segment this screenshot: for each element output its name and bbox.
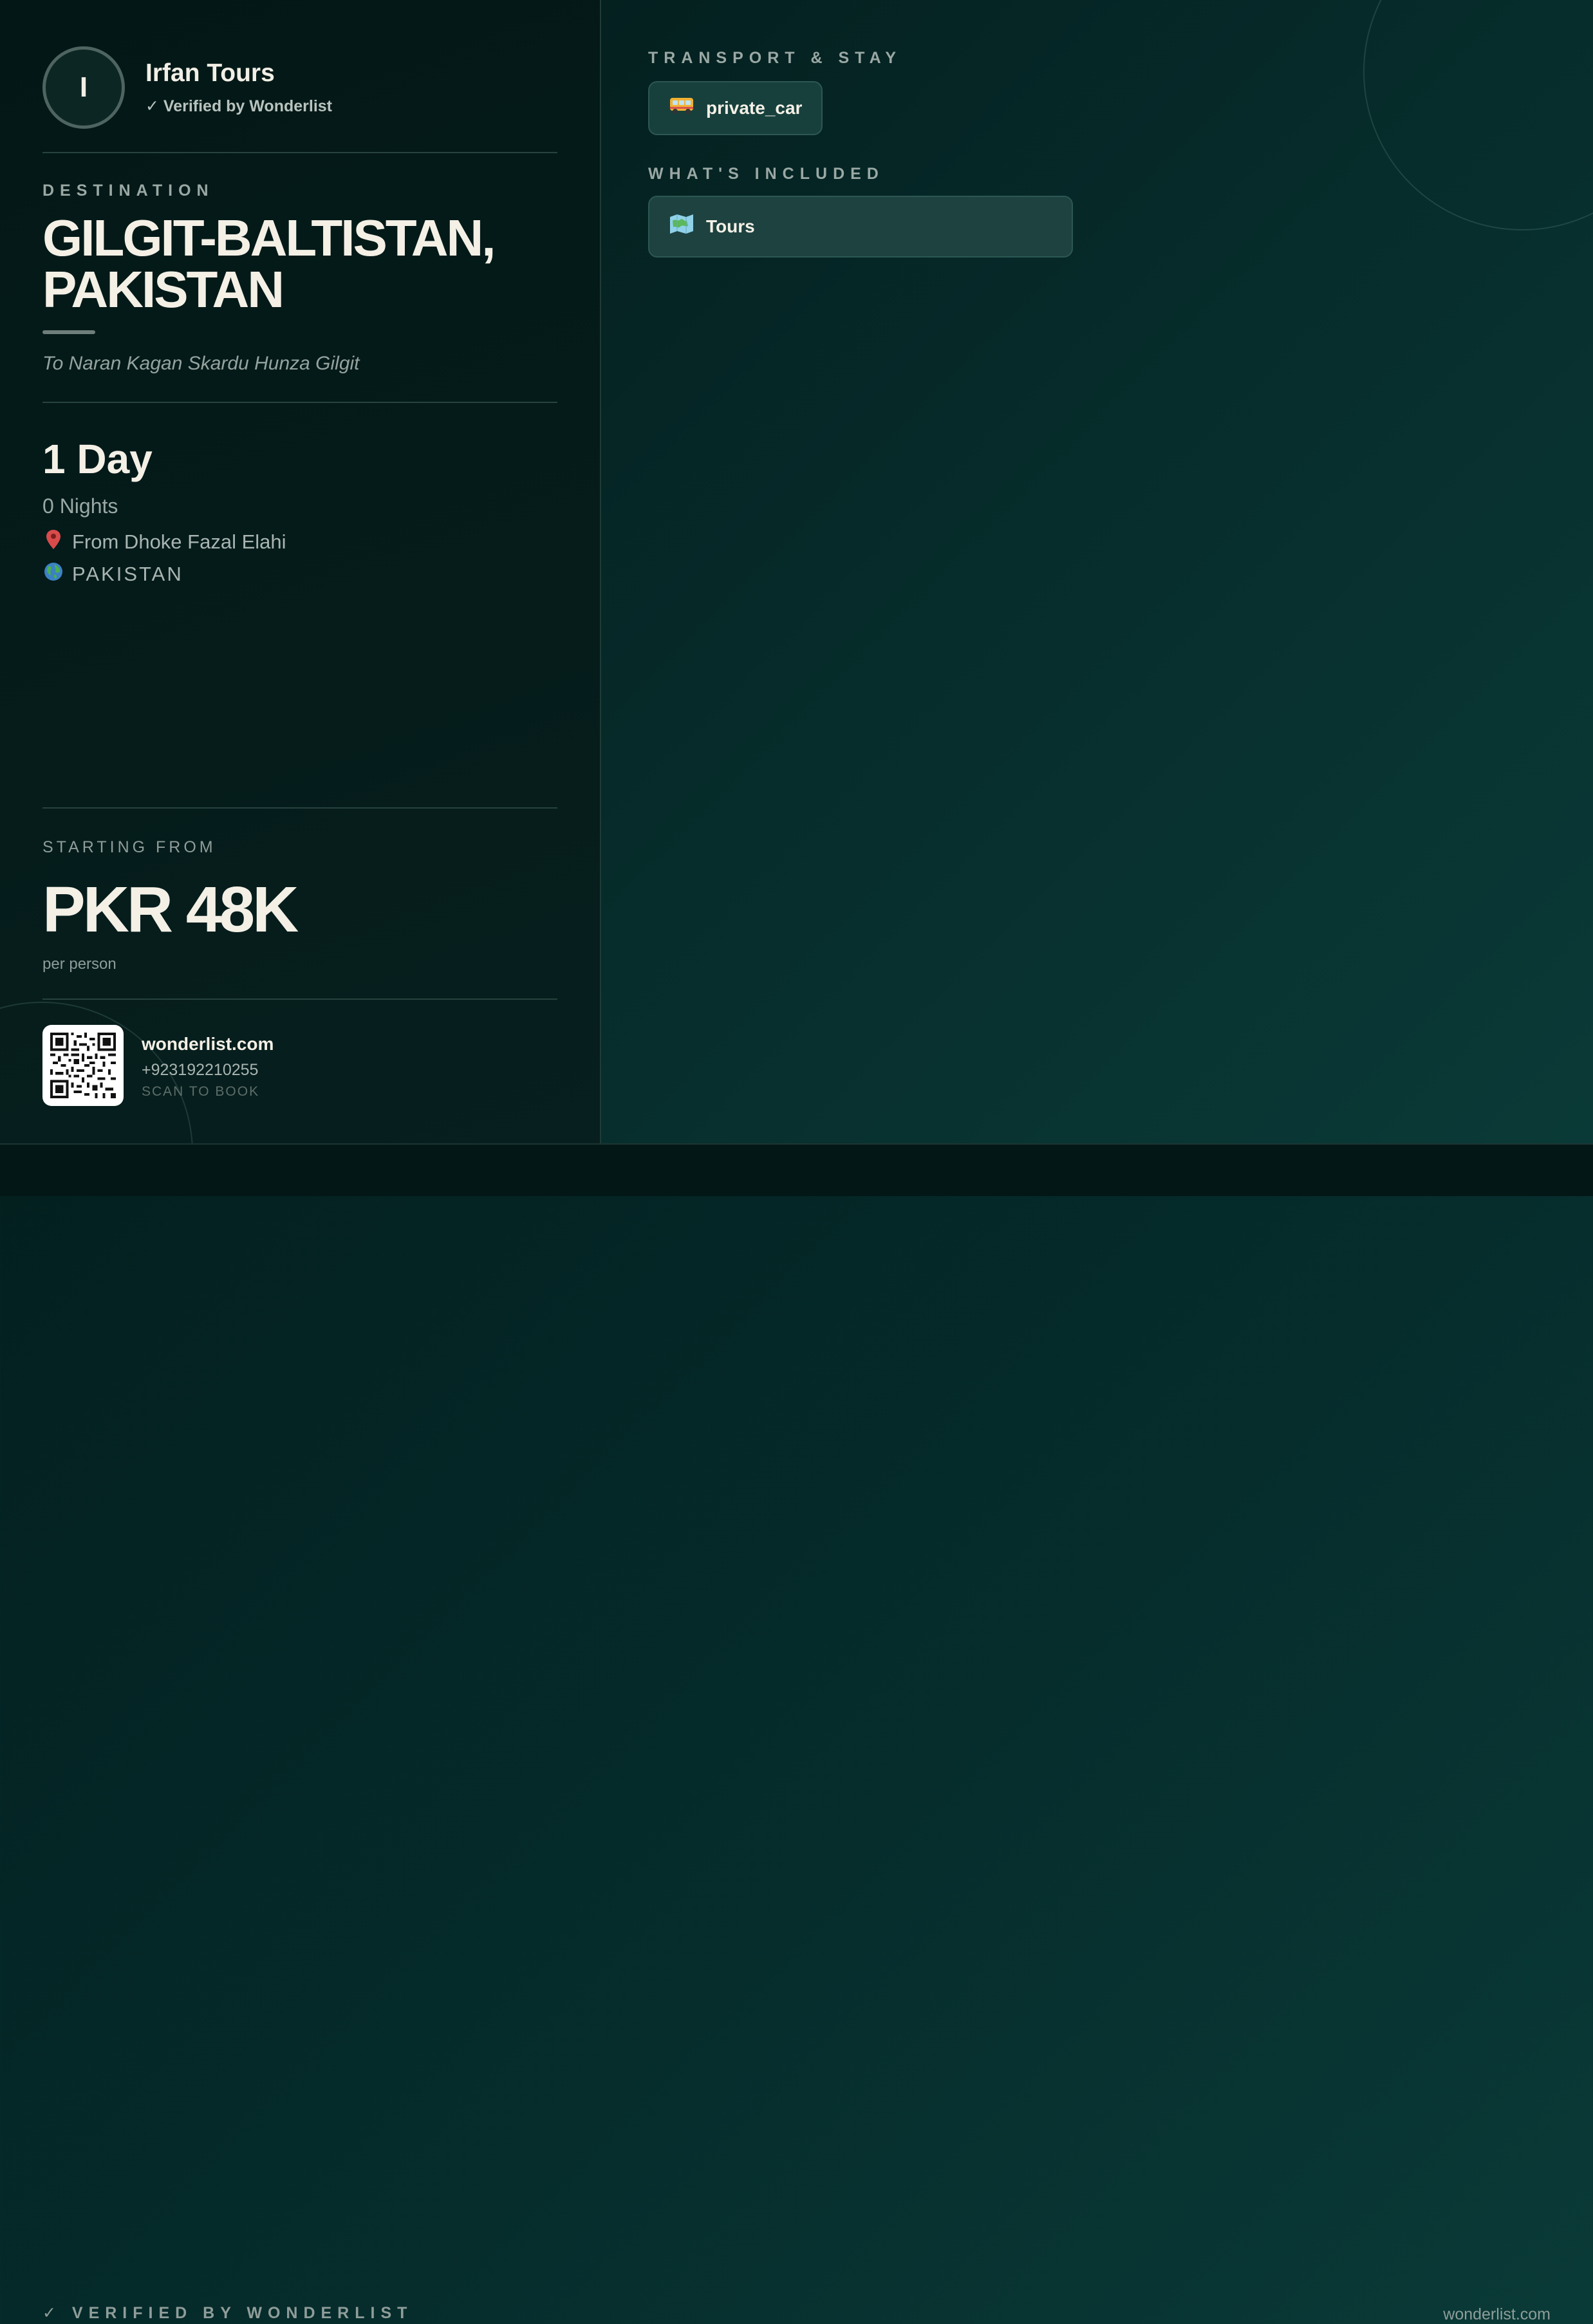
destination-subtitle: To Naran Kagan Skardu Hunza Gilgit xyxy=(42,353,360,374)
operator-avatar: I xyxy=(42,46,125,129)
price-value: PKR 48K xyxy=(42,874,299,946)
included-label: WHAT'S INCLUDED xyxy=(648,165,884,183)
decorative-circle xyxy=(1363,0,1593,230)
operator-name: Irfan Tours xyxy=(145,59,275,87)
destination-title: GILGIT-BALTISTAN, PAKISTAN xyxy=(42,209,496,318)
divider xyxy=(42,152,557,153)
included-chip: Tours xyxy=(648,196,1073,258)
scan-to-book-label: SCAN TO BOOK xyxy=(142,1084,260,1099)
destination-label: DESTINATION xyxy=(42,182,214,200)
verified-label: ✓ Verified by Wonderlist xyxy=(145,97,332,115)
departure-text: From Dhoke Fazal Elahi xyxy=(72,530,286,553)
transport-chip: private_car xyxy=(648,81,823,135)
accent-bar xyxy=(42,330,95,334)
price-label: STARTING FROM xyxy=(42,838,216,856)
contact-phone[interactable]: +923192210255 xyxy=(142,1061,258,1080)
footer: ✓ VERIFIED BY WONDERLIST wonderlist.com xyxy=(0,1143,1593,2323)
right-panel: TRANSPORT & STAY private_car WHAT'S INCL… xyxy=(601,0,1593,1143)
country-text: PAKISTAN xyxy=(72,562,183,585)
price-unit: per person xyxy=(42,955,116,973)
left-panel: I Irfan Tours ✓ Verified by Wonderlist D… xyxy=(0,0,601,1143)
map-pin-icon xyxy=(42,529,64,554)
qr-code[interactable] xyxy=(42,1025,124,1106)
footer-verified-badge: ✓ VERIFIED BY WONDERLIST xyxy=(42,2304,413,2322)
divider xyxy=(42,402,557,403)
contact-site[interactable]: wonderlist.com xyxy=(142,1034,274,1054)
footer-site-link[interactable]: wonderlist.com xyxy=(1443,2305,1551,2324)
included-chip-label: Tours xyxy=(706,216,755,236)
transport-chip-label: private_car xyxy=(706,98,803,118)
divider xyxy=(42,807,557,809)
trip-nights: 0 Nights xyxy=(42,494,118,518)
departure-row: From Dhoke Fazal Elahi xyxy=(42,529,286,554)
country-row: PAKISTAN xyxy=(42,561,183,586)
trip-duration: 1 Day xyxy=(42,436,153,482)
bus-icon xyxy=(669,95,694,121)
map-icon xyxy=(669,213,694,240)
globe-icon xyxy=(42,561,64,586)
transport-label: TRANSPORT & STAY xyxy=(648,49,902,67)
divider xyxy=(42,998,557,1000)
